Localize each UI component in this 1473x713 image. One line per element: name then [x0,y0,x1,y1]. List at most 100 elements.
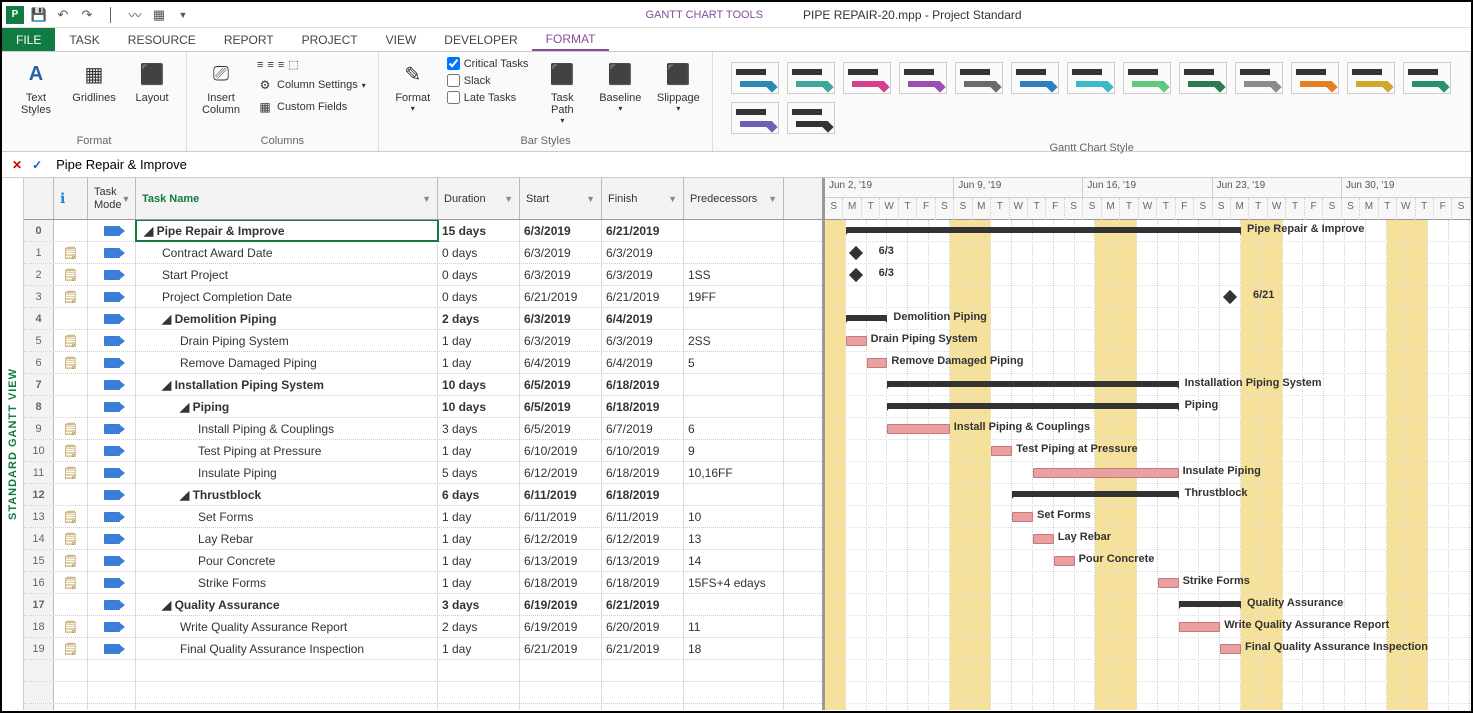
start-cell[interactable]: 6/11/2019 [520,484,602,505]
tab-file[interactable]: FILE [2,28,55,51]
gantt-style-swatch[interactable] [1235,62,1283,94]
start-cell[interactable]: 6/5/2019 [520,374,602,395]
task-mode-cell[interactable] [88,462,136,483]
start-cell[interactable]: 6/11/2019 [520,506,602,527]
wrap-text-icon[interactable]: ⬚ [288,58,298,71]
finish-cell[interactable]: 6/21/2019 [602,286,684,307]
gantt-style-swatch[interactable] [899,62,947,94]
row-number[interactable]: 0 [24,220,54,241]
task-name-cell[interactable]: Final Quality Assurance Inspection [136,638,438,659]
table-row[interactable]: 13 🗒 Set Forms 1 day 6/11/2019 6/11/2019… [24,506,822,528]
gantt-style-swatch[interactable] [1011,62,1059,94]
table-row[interactable]: 19 🗒 Final Quality Assurance Inspection … [24,638,822,660]
finish-cell[interactable]: 6/11/2019 [602,506,684,527]
dropdown-icon[interactable]: ▼ [122,194,131,204]
row-number[interactable]: 3 [24,286,54,307]
gantt-style-swatch[interactable] [787,62,835,94]
insert-column-button[interactable]: ⎚Insert Column [195,56,247,118]
table-row[interactable]: 16 🗒 Strike Forms 1 day 6/18/2019 6/18/2… [24,572,822,594]
finish-cell[interactable]: 6/10/2019 [602,440,684,461]
row-number[interactable]: 2 [24,264,54,285]
format-button[interactable]: ✎Format▾ [387,56,439,115]
task-name-cell[interactable]: ◢ Installation Piping System [136,374,438,395]
start-cell[interactable]: 6/13/2019 [520,550,602,571]
table-row[interactable]: 8 ◢ Piping 10 days 6/5/2019 6/18/2019 [24,396,822,418]
qat-dropdown-icon[interactable]: ▼ [174,6,192,24]
cancel-icon[interactable]: ✕ [12,158,22,172]
finish-cell[interactable]: 6/3/2019 [602,264,684,285]
task-name-cell[interactable]: ◢ Pipe Repair & Improve [136,220,438,241]
col-duration[interactable]: Duration▼ [438,178,520,219]
gantt-style-swatch[interactable] [1291,62,1339,94]
dropdown-icon[interactable]: ▼ [768,194,777,204]
finish-cell[interactable]: 6/21/2019 [602,220,684,241]
duration-cell[interactable]: 2 days [438,308,520,329]
task-name-cell[interactable]: ◢ Thrustblock [136,484,438,505]
predecessors-cell[interactable]: 19FF [684,286,784,307]
finish-cell[interactable]: 6/18/2019 [602,396,684,417]
task-name-cell[interactable]: Install Piping & Couplings [136,418,438,439]
predecessors-cell[interactable]: 18 [684,638,784,659]
duration-cell[interactable]: 3 days [438,594,520,615]
tab-developer[interactable]: DEVELOPER [430,28,531,51]
start-cell[interactable]: 6/19/2019 [520,616,602,637]
start-cell[interactable]: 6/10/2019 [520,440,602,461]
table-row[interactable]: 15 🗒 Pour Concrete 1 day 6/13/2019 6/13/… [24,550,822,572]
finish-cell[interactable]: 6/13/2019 [602,550,684,571]
task-name-cell[interactable]: Write Quality Assurance Report [136,616,438,637]
predecessors-cell[interactable]: 9 [684,440,784,461]
finish-cell[interactable]: 6/21/2019 [602,638,684,659]
gantt-style-swatch[interactable] [787,102,835,134]
finish-cell[interactable]: 6/18/2019 [602,462,684,483]
predecessors-cell[interactable]: 1SS [684,264,784,285]
row-number[interactable]: 15 [24,550,54,571]
gantt-style-swatch[interactable] [1067,62,1115,94]
predecessors-cell[interactable] [684,396,784,417]
table-row-empty[interactable] [24,660,822,682]
finish-cell[interactable]: 6/4/2019 [602,352,684,373]
dropdown-icon[interactable]: ▼ [668,194,677,204]
tab-report[interactable]: REPORT [210,28,288,51]
start-cell[interactable]: 6/21/2019 [520,286,602,307]
task-name-cell[interactable]: Insulate Piping [136,462,438,483]
predecessors-cell[interactable]: 10,16FF [684,462,784,483]
task-mode-cell[interactable] [88,242,136,263]
table-row[interactable]: 17 ◢ Quality Assurance 3 days 6/19/2019 … [24,594,822,616]
task-mode-cell[interactable] [88,528,136,549]
row-number[interactable]: 7 [24,374,54,395]
start-cell[interactable]: 6/19/2019 [520,594,602,615]
align-center-icon[interactable]: ≡ [267,59,273,71]
predecessors-cell[interactable]: 5 [684,352,784,373]
task-name-cell[interactable]: Pour Concrete [136,550,438,571]
col-start[interactable]: Start▼ [520,178,602,219]
col-task-mode[interactable]: Task Mode▼ [88,178,136,219]
duration-cell[interactable]: 0 days [438,264,520,285]
finish-cell[interactable]: 6/18/2019 [602,374,684,395]
table-row[interactable]: 12 ◢ Thrustblock 6 days 6/11/2019 6/18/2… [24,484,822,506]
task-name-cell[interactable]: ◢ Quality Assurance [136,594,438,615]
duration-cell[interactable]: 3 days [438,418,520,439]
task-bar[interactable] [1158,578,1179,588]
task-name-cell[interactable]: ◢ Piping [136,396,438,417]
row-number[interactable]: 12 [24,484,54,505]
baseline-button[interactable]: ⬛Baseline▾ [594,56,646,115]
gantt-style-gallery[interactable] [721,56,1462,140]
task-name-cell[interactable]: Lay Rebar [136,528,438,549]
tab-resource[interactable]: RESOURCE [114,28,210,51]
row-number[interactable]: 19 [24,638,54,659]
task-mode-cell[interactable] [88,352,136,373]
table-row-empty[interactable] [24,704,822,710]
align-right-icon[interactable]: ≡ [278,59,284,71]
task-name-cell[interactable]: Remove Damaged Piping [136,352,438,373]
task-mode-cell[interactable] [88,616,136,637]
duration-cell[interactable]: 1 day [438,572,520,593]
row-number[interactable]: 13 [24,506,54,527]
slippage-button[interactable]: ⬛Slippage▾ [652,56,704,115]
slack-checkbox[interactable]: Slack [445,73,531,88]
tab-project[interactable]: PROJECT [288,28,372,51]
predecessors-cell[interactable] [684,484,784,505]
start-cell[interactable]: 6/3/2019 [520,308,602,329]
gantt-style-swatch[interactable] [731,62,779,94]
task-mode-cell[interactable] [88,506,136,527]
text-styles-button[interactable]: AText Styles [10,56,62,118]
